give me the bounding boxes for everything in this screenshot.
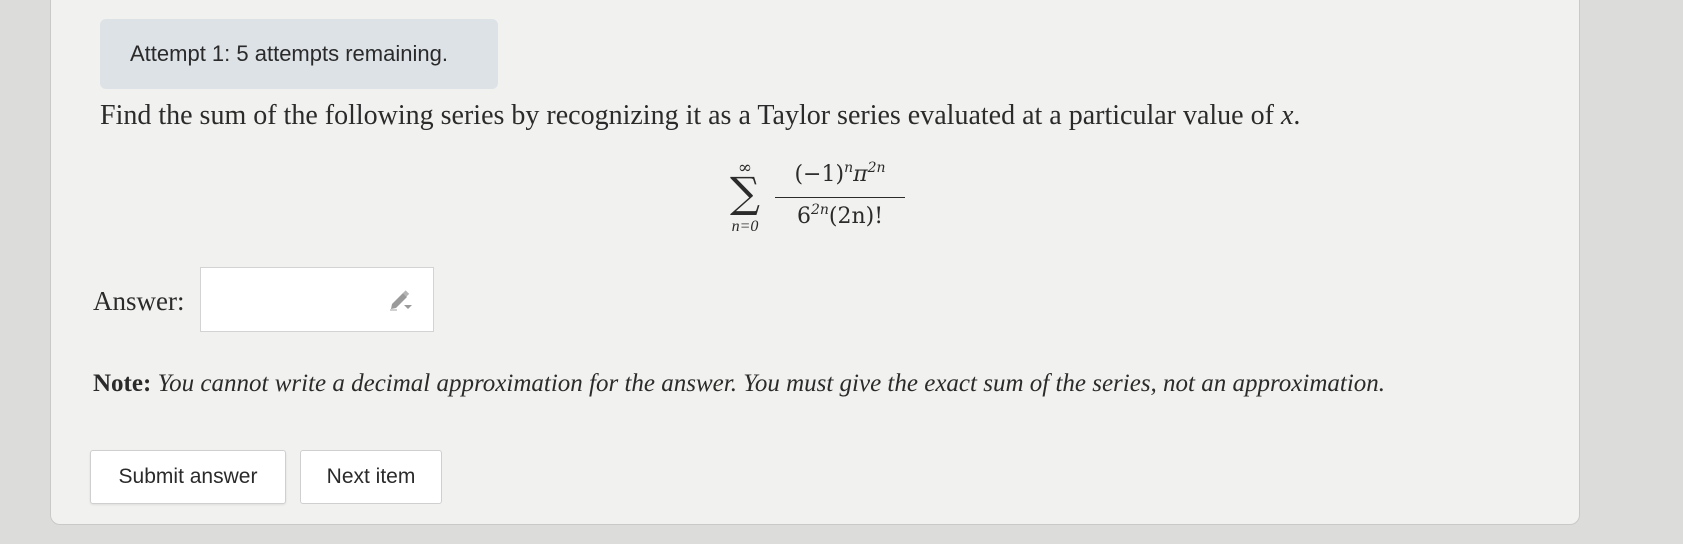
attempt-text: Attempt 1: 5 attempts remaining.	[130, 41, 448, 66]
note: Note: You cannot write a decimal approxi…	[93, 370, 1385, 398]
series-formula: ∞ ∑ n=0 (−1)nπ2n 62n(2n)!	[715, 158, 905, 244]
note-label: Note:	[93, 370, 152, 397]
numerator-exponent-2n: 2n	[867, 160, 886, 176]
submit-answer-button[interactable]: Submit answer	[90, 450, 286, 504]
series-term-fraction: (−1)nπ2n 62n(2n)!	[775, 158, 905, 244]
fraction-denominator: 62n(2n)!	[775, 202, 905, 229]
question-text: Find the sum of the following series by …	[100, 100, 1300, 132]
attempt-banner: Attempt 1: 5 attempts remaining.	[100, 19, 498, 89]
numerator-base: (−1)	[794, 162, 845, 187]
question-suffix: .	[1293, 100, 1301, 131]
note-text: You cannot write a decimal approximation…	[157, 370, 1386, 397]
denominator-base: 6	[796, 204, 811, 229]
fraction-bar	[775, 197, 905, 198]
question-variable: x	[1280, 100, 1294, 131]
sigma-symbol: ∑	[730, 168, 760, 217]
fraction-numerator: (−1)nπ2n	[775, 160, 905, 187]
answer-label: Answer:	[93, 286, 185, 316]
summation: ∞ ∑ n=0	[715, 158, 765, 244]
question-prefix: Find the sum of the following series by …	[100, 100, 1281, 131]
answer-input[interactable]	[201, 268, 376, 331]
numerator-pi: π	[853, 162, 868, 187]
pencil-dropdown-icon[interactable]	[388, 290, 414, 312]
denominator-exponent: 2n	[810, 202, 829, 218]
denominator-factorial: (2n)!	[828, 204, 884, 229]
next-item-button[interactable]: Next item	[300, 450, 442, 504]
sum-lower-limit: n=0	[731, 218, 759, 235]
numerator-exponent-n: n	[844, 160, 854, 176]
